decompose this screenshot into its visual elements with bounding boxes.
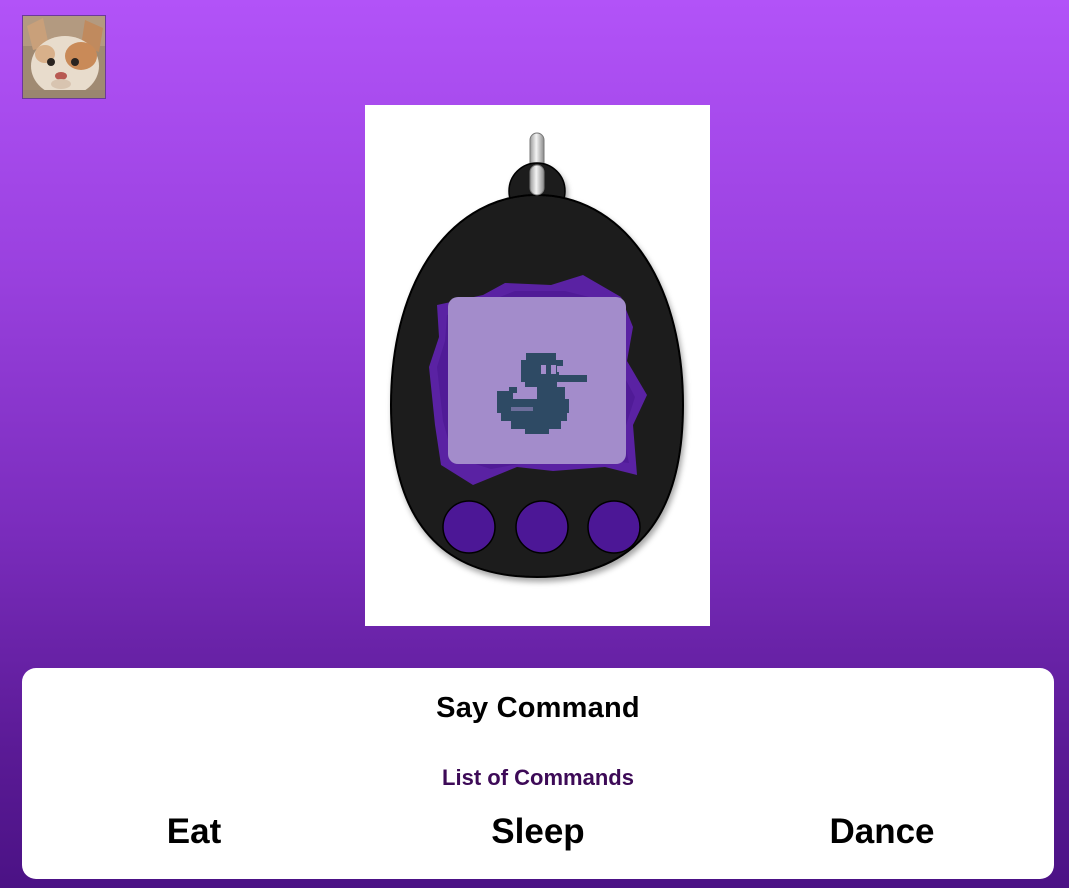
command-dance[interactable]: Dance: [710, 812, 1054, 852]
command-sleep[interactable]: Sleep: [366, 812, 710, 852]
device-buttons: [442, 500, 641, 554]
device-button-right: [587, 500, 641, 554]
list-of-commands-title: List of Commands: [442, 765, 634, 790]
say-command-button[interactable]: Say Command: [22, 692, 1054, 725]
device-button-left: [442, 500, 496, 554]
command-eat[interactable]: Eat: [22, 812, 366, 852]
device-button-middle: [515, 500, 569, 554]
cat-photo-icon: [23, 16, 105, 98]
tamagotchi-card: [365, 105, 710, 626]
command-panel: Say Command List of Commands Eat Sleep D…: [22, 668, 1054, 879]
command-list: Eat Sleep Dance: [22, 812, 1054, 852]
tamagotchi-device-icon: [389, 132, 685, 579]
user-avatar[interactable]: [22, 15, 106, 99]
